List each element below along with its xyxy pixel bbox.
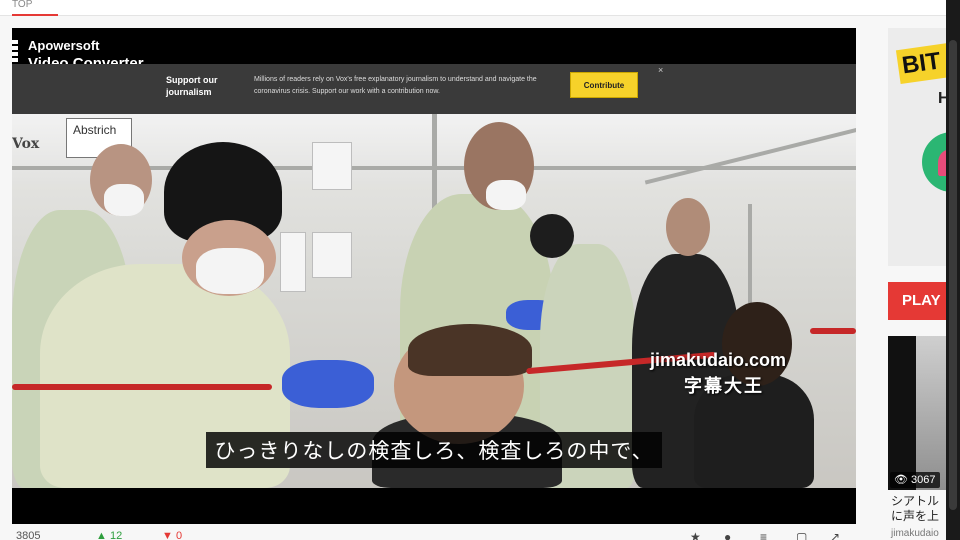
- thumbnail-image: [916, 336, 946, 490]
- glove: [282, 360, 374, 408]
- subtitle-bar: ひっきりなしの検査しろ、検査しろの中で、: [12, 432, 856, 468]
- wall-poster: [312, 142, 352, 190]
- watermark-app-line1: Apowersoft: [28, 38, 100, 53]
- related-video-title[interactable]: シアトル に声を上: [891, 494, 947, 524]
- mask: [196, 248, 264, 294]
- official-head: [666, 198, 710, 256]
- ad-sub-text: H: [938, 90, 946, 107]
- vox-logo: Vox: [12, 136, 40, 152]
- red-barrier: [12, 384, 272, 390]
- mask: [104, 184, 144, 216]
- wall-poster: [312, 232, 352, 278]
- page: TOP Apowersoft Video Converter Support o…: [0, 0, 960, 540]
- banner-title: Support our journalism: [166, 75, 218, 97]
- domain-watermark: jimakudaio.com: [650, 350, 787, 370]
- related-video-thumbnail[interactable]: 👁 3067: [888, 336, 946, 490]
- wall-poster: [280, 232, 306, 292]
- related-video-channel[interactable]: jimakudaio: [891, 528, 939, 539]
- play-button[interactable]: PLAY: [888, 282, 946, 320]
- favorite-star-icon[interactable]: ★: [690, 530, 706, 540]
- view-count: 3805: [16, 530, 41, 540]
- ad-graphic-inner: [938, 150, 946, 176]
- ad-logo-text: BIT: [895, 41, 946, 85]
- support-banner: Support our journalism Millions of reade…: [12, 64, 856, 114]
- sidebar-ad[interactable]: BIT H: [888, 28, 946, 266]
- dislike-count: 0: [175, 530, 183, 540]
- subtitle-text: ひっきりなしの検査しろ、検査しろの中で、: [206, 432, 662, 468]
- thumbnail-view-count: 👁 3067: [890, 472, 940, 488]
- related-title-line2: に声を上: [891, 509, 940, 523]
- staff-back-head: [530, 214, 574, 258]
- info-icon[interactable]: ●: [724, 530, 740, 540]
- video-meta-row: 3805 ▲ 12 ▼ 0 ★ ● ≡ ▢ ↗: [12, 528, 856, 540]
- banner-close-icon: ×: [658, 65, 664, 75]
- mask: [486, 180, 526, 210]
- jp-watermark: 字幕大王: [684, 376, 764, 396]
- scrollbar-thumb[interactable]: [949, 40, 957, 510]
- banner-text: Millions of readers rely on Vox's free e…: [254, 76, 537, 95]
- dislike-button[interactable]: ▼ 0: [162, 530, 182, 540]
- contribute-button: Contribute: [570, 72, 638, 98]
- share-icon[interactable]: ↗: [830, 530, 846, 540]
- comment-icon[interactable]: ▢: [796, 530, 812, 540]
- like-button[interactable]: ▲ 12: [96, 530, 122, 540]
- like-count: 12: [109, 530, 123, 540]
- playlist-icon[interactable]: ≡: [760, 530, 776, 540]
- tab-top[interactable]: TOP: [12, 0, 58, 16]
- related-title-line1: シアトル: [891, 494, 940, 508]
- red-barrier: [810, 328, 856, 334]
- patient-hair: [408, 324, 532, 376]
- page-scrollbar[interactable]: [946, 0, 960, 540]
- thumbnail-view-number: 3067: [911, 474, 936, 486]
- video-player[interactable]: Apowersoft Video Converter Support our j…: [12, 28, 856, 524]
- top-tab-bar: TOP: [0, 0, 946, 16]
